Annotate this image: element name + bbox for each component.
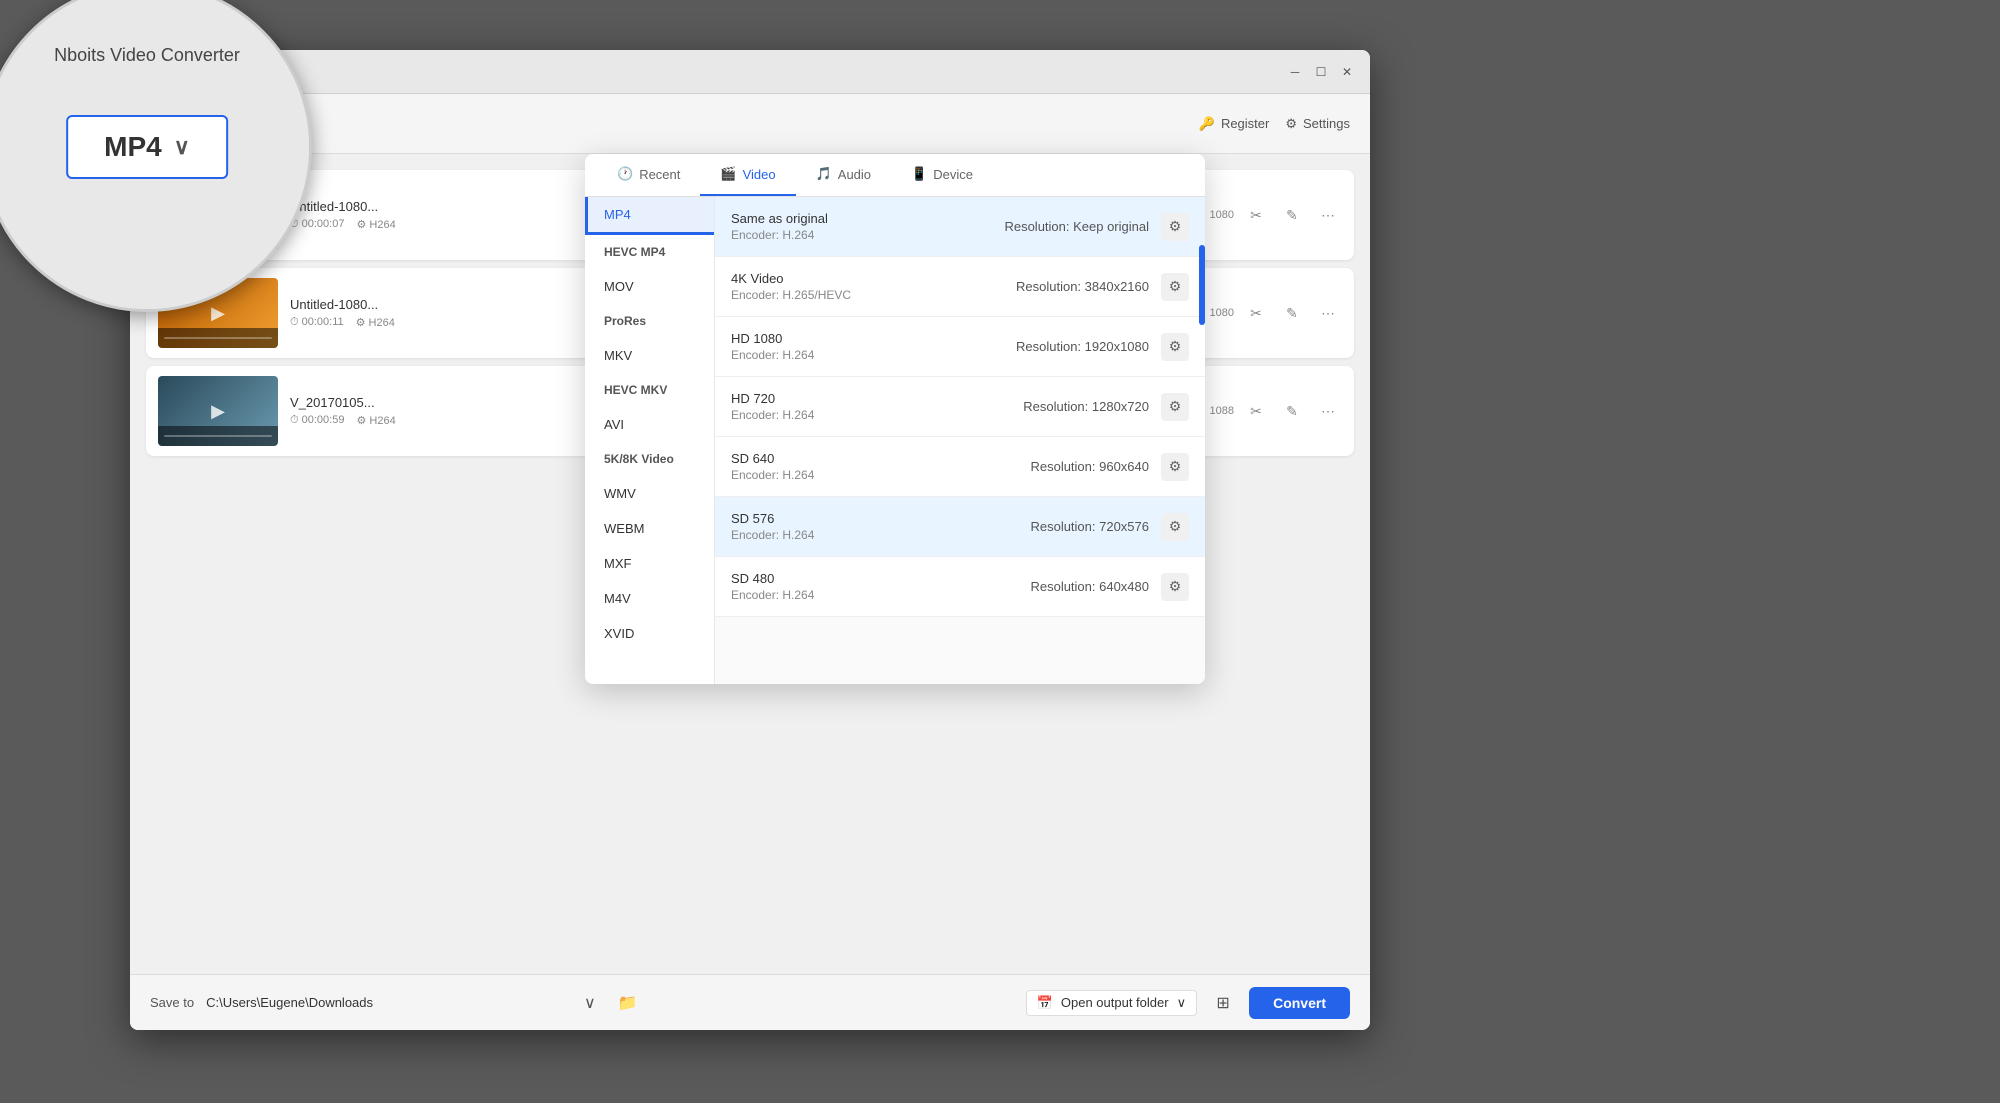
tab-device[interactable]: 📱 Device: [891, 154, 993, 196]
resolution-meta: 1080: [1210, 307, 1234, 319]
preset-settings-button[interactable]: ⚙: [1161, 393, 1189, 421]
format-list-item-hevc-mkv[interactable]: HEVC MKV: [585, 373, 714, 407]
preset-settings-button[interactable]: ⚙: [1161, 573, 1189, 601]
codec-meta: ⚙ H264: [356, 316, 395, 329]
register-link[interactable]: 🔑 Register: [1199, 116, 1270, 132]
dropdown-chevron-icon: ∨: [1177, 995, 1187, 1011]
preset-info: SD 576 Encoder: H.264: [731, 511, 1030, 542]
format-tabs: 🕐 Recent 🎬 Video 🎵 Audio 📱 Device: [585, 154, 1205, 197]
format-dropdown: 🕐 Recent 🎬 Video 🎵 Audio 📱 Device: [585, 154, 1205, 684]
format-list-item-5k8k[interactable]: 5K/8K Video: [585, 442, 714, 476]
save-path: C:\Users\Eugene\Downloads: [206, 995, 566, 1010]
preset-item-4k[interactable]: 4K Video Encoder: H.265/HEVC Resolution:…: [715, 257, 1205, 317]
magnifier-chevron-icon: ∨: [174, 134, 190, 160]
audio-icon: 🎵: [816, 166, 832, 182]
cut-button[interactable]: ✂: [1242, 397, 1270, 425]
browse-folder-button[interactable]: 📁: [614, 989, 642, 1017]
more-button[interactable]: ⋯: [1314, 397, 1342, 425]
preset-settings-button[interactable]: ⚙: [1161, 453, 1189, 481]
progress-bar: [164, 337, 272, 339]
maximize-button[interactable]: ☐: [1314, 65, 1328, 79]
tab-audio[interactable]: 🎵 Audio: [796, 154, 891, 196]
cut-button[interactable]: ✂: [1242, 299, 1270, 327]
preset-info: HD 720 Encoder: H.264: [731, 391, 1023, 422]
device-icon: 📱: [911, 166, 927, 182]
duration-meta: ⏱ 00:00:11: [290, 316, 344, 329]
magnifier-content: Nboits Video Converter MP4 ∨: [0, 0, 309, 309]
preset-item-sd480[interactable]: SD 480 Encoder: H.264 Resolution: 640x48…: [715, 557, 1205, 617]
more-button[interactable]: ⋯: [1314, 299, 1342, 327]
preset-info: SD 640 Encoder: H.264: [731, 451, 1030, 482]
preset-settings-button[interactable]: ⚙: [1161, 273, 1189, 301]
calendar-icon: 📅: [1037, 995, 1053, 1011]
close-button[interactable]: ✕: [1340, 65, 1354, 79]
key-icon: 🔑: [1199, 116, 1215, 132]
dropdown-scrollbar[interactable]: [1199, 245, 1205, 325]
file-list-area: ▶ Untitled-1080... ⏱ 00:00:07 ⚙ H264 ⊞: [130, 154, 1370, 974]
convert-button[interactable]: Convert: [1249, 987, 1350, 1019]
magnifier-format-button[interactable]: MP4 ∨: [66, 115, 228, 179]
content-area: ▶ Untitled-1080... ⏱ 00:00:07 ⚙ H264 ⊞: [130, 154, 1370, 974]
app-window: nverter ─ ☐ ✕ ↻ ✓ 🔑 Register ⚙ Settings: [130, 50, 1370, 1030]
path-dropdown-button[interactable]: ∨: [578, 991, 602, 1015]
codec-meta: ⚙ H264: [356, 218, 395, 231]
format-list-item-avi[interactable]: AVI: [585, 407, 714, 442]
magnifier-app-name: Nboits Video Converter: [54, 45, 240, 66]
format-list-item-mxf[interactable]: MXF: [585, 546, 714, 581]
magnifier-circle: Nboits Video Converter MP4 ∨: [0, 0, 312, 312]
cut-button[interactable]: ✂: [1242, 201, 1270, 229]
preset-settings-button[interactable]: ⚙: [1161, 513, 1189, 541]
format-list-item-prores[interactable]: ProRes: [585, 304, 714, 338]
edit-button[interactable]: ✎: [1278, 201, 1306, 229]
play-icon: ▶: [211, 401, 225, 422]
preset-item-same-original[interactable]: Same as original Encoder: H.264 Resoluti…: [715, 197, 1205, 257]
format-list-item-mov[interactable]: MOV: [585, 269, 714, 304]
preset-settings-button[interactable]: ⚙: [1161, 333, 1189, 361]
preset-item-sd640[interactable]: SD 640 Encoder: H.264 Resolution: 960x64…: [715, 437, 1205, 497]
toolbar: ↻ ✓ 🔑 Register ⚙ Settings: [130, 94, 1370, 154]
format-list: MP4 HEVC MP4 MOV ProRes MKV HEVC MKV AVI…: [585, 197, 715, 684]
preset-info: HD 1080 Encoder: H.264: [731, 331, 1016, 362]
settings-link[interactable]: ⚙ Settings: [1285, 116, 1350, 132]
duration-meta: ⏱ 00:00:59: [290, 414, 344, 427]
codec-meta: ⚙ H264: [356, 414, 395, 427]
preset-settings-button[interactable]: ⚙: [1161, 213, 1189, 241]
preset-item-sd576[interactable]: SD 576 Encoder: H.264 Resolution: 720x57…: [715, 497, 1205, 557]
preset-item-hd1080[interactable]: HD 1080 Encoder: H.264 Resolution: 1920x…: [715, 317, 1205, 377]
format-list-item-xvid[interactable]: XVID: [585, 616, 714, 651]
preset-info: SD 480 Encoder: H.264: [731, 571, 1030, 602]
preset-item-hd720[interactable]: HD 720 Encoder: H.264 Resolution: 1280x7…: [715, 377, 1205, 437]
format-list-item-m4v[interactable]: M4V: [585, 581, 714, 616]
preset-info: 4K Video Encoder: H.265/HEVC: [731, 271, 1016, 302]
edit-button[interactable]: ✎: [1278, 299, 1306, 327]
tab-video[interactable]: 🎬 Video: [700, 154, 795, 196]
preset-info: Same as original Encoder: H.264: [731, 211, 1004, 242]
clock-icon: 🕐: [617, 166, 633, 182]
toolbar-right: 🔑 Register ⚙ Settings: [1199, 116, 1350, 132]
format-list-item-wmv[interactable]: WMV: [585, 476, 714, 511]
format-list-item-webm[interactable]: WEBM: [585, 511, 714, 546]
resolution-meta: 1080: [1210, 209, 1234, 221]
format-list-item-hevc-mp4[interactable]: HEVC MP4: [585, 235, 714, 269]
more-button[interactable]: ⋯: [1314, 201, 1342, 229]
preset-list: Same as original Encoder: H.264 Resoluti…: [715, 197, 1205, 684]
resolution-meta: 1088: [1210, 405, 1234, 417]
gear-icon: ⚙: [1285, 116, 1297, 132]
tab-recent[interactable]: 🕐 Recent: [597, 154, 700, 196]
edit-button[interactable]: ✎: [1278, 397, 1306, 425]
file-thumbnail: ▶: [158, 376, 278, 446]
video-icon: 🎬: [720, 166, 736, 182]
progress-bar: [164, 435, 272, 437]
bottom-bar: Save to C:\Users\Eugene\Downloads ∨ 📁 📅 …: [130, 974, 1370, 1030]
grid-view-button[interactable]: ⊞: [1209, 989, 1237, 1017]
save-to-label: Save to: [150, 995, 194, 1010]
title-bar: nverter ─ ☐ ✕: [130, 50, 1370, 94]
format-list-item-mkv[interactable]: MKV: [585, 338, 714, 373]
format-list-item-mp4[interactable]: MP4: [585, 197, 714, 232]
format-content: MP4 HEVC MP4 MOV ProRes MKV HEVC MKV AVI…: [585, 197, 1205, 684]
window-controls: ─ ☐ ✕: [1288, 65, 1354, 79]
minimize-button[interactable]: ─: [1288, 65, 1302, 79]
open-output-folder-button[interactable]: 📅 Open output folder ∨: [1026, 990, 1197, 1016]
